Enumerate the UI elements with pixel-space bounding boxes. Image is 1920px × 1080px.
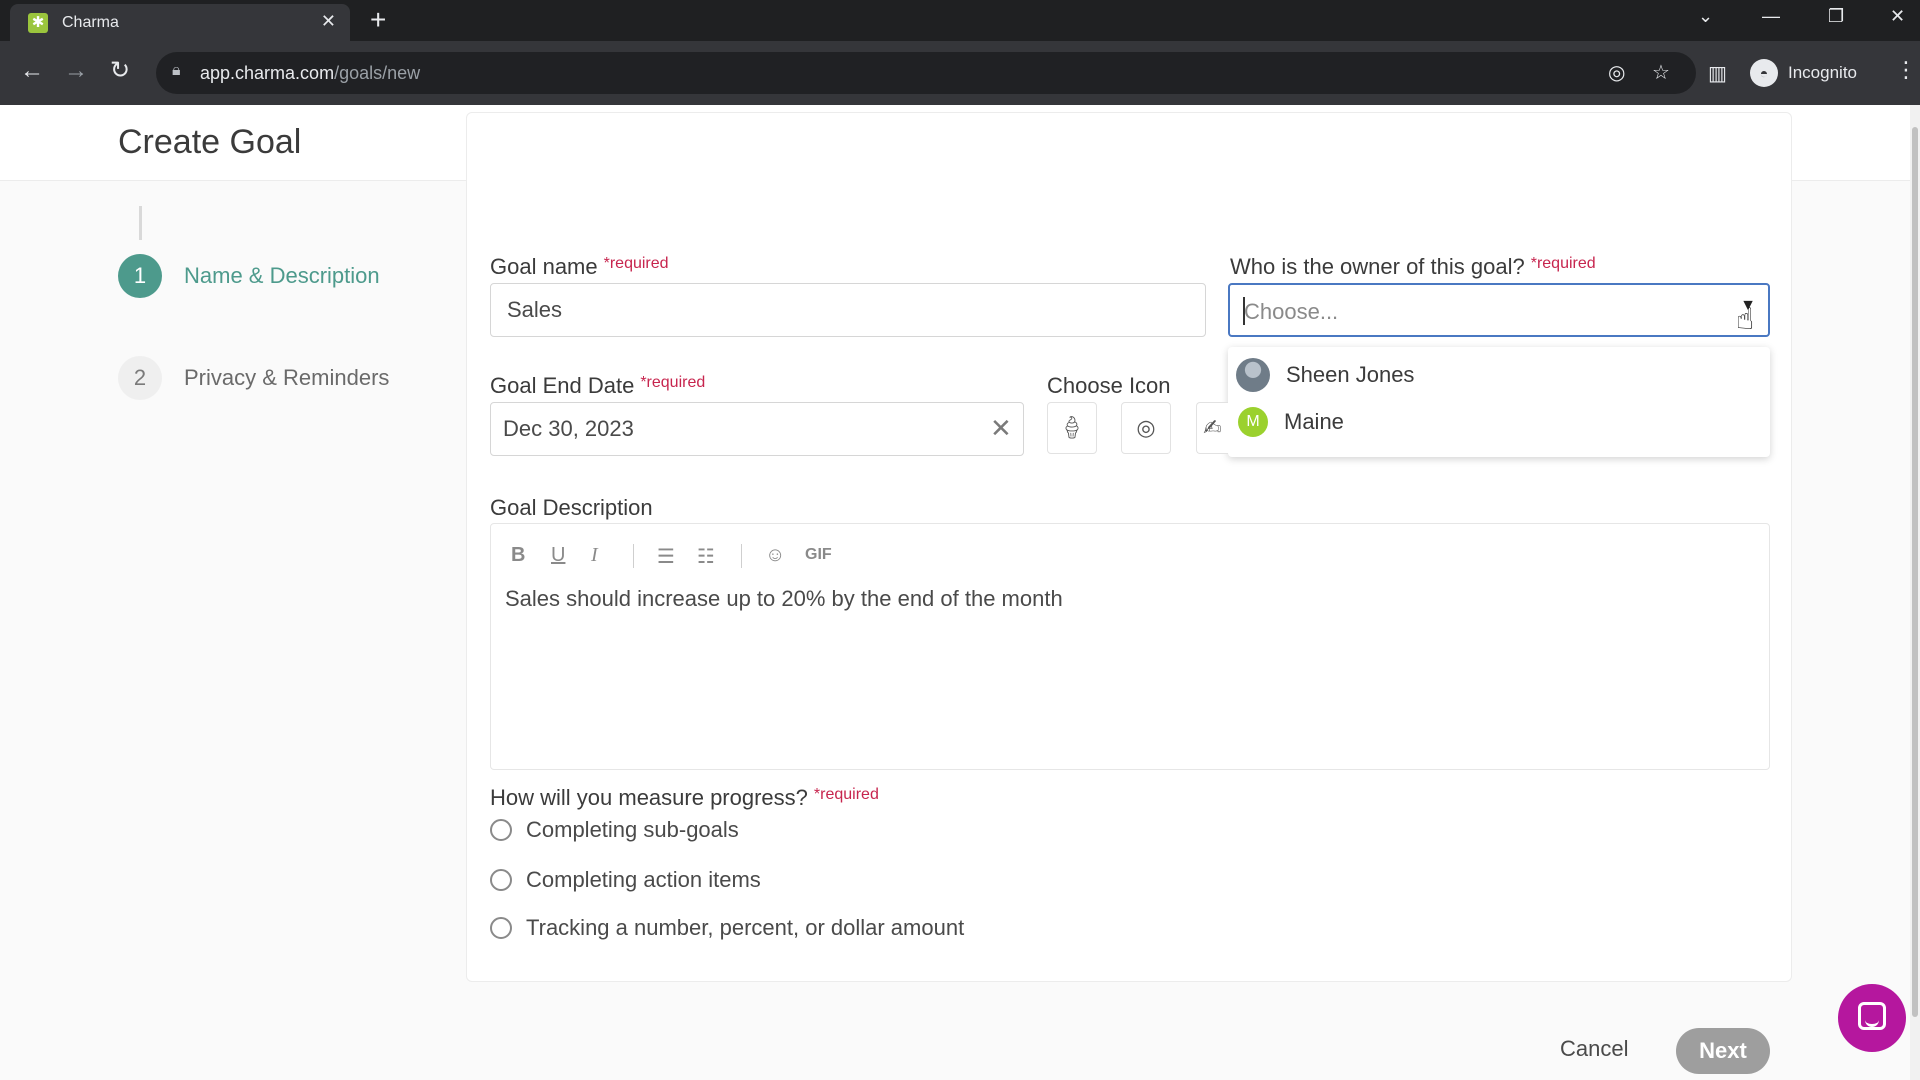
description-text[interactable]: Sales should increase up to 20% by the e… bbox=[505, 586, 1063, 612]
minimize-icon[interactable]: — bbox=[1762, 6, 1780, 27]
chat-icon bbox=[1858, 1002, 1886, 1030]
description-editor[interactable]: B U I ☰ ☷ ☺ GIF Sales should increase up… bbox=[490, 523, 1770, 770]
incognito-icon: ◓ bbox=[1750, 59, 1778, 87]
bookmark-star-icon[interactable]: ☆ bbox=[1652, 60, 1670, 85]
pointer-hand-icon: ☝︎ bbox=[1736, 303, 1755, 336]
required-tag: *required bbox=[603, 255, 669, 272]
radio-button[interactable] bbox=[490, 917, 512, 939]
step-label: Name & Description bbox=[184, 263, 380, 288]
reload-icon[interactable]: ↻ bbox=[110, 57, 130, 85]
step-privacy-reminders[interactable]: 2 Privacy & Reminders bbox=[118, 356, 389, 400]
lock-icon: 🔒︎ bbox=[172, 62, 181, 79]
cancel-button[interactable]: Cancel bbox=[1560, 1036, 1628, 1062]
bold-icon[interactable]: B bbox=[511, 544, 525, 567]
tab-search-icon[interactable]: ⌄ bbox=[1698, 6, 1713, 27]
owner-label: Who is the owner of this goal? *required bbox=[1230, 254, 1596, 279]
option-label: Sheen Jones bbox=[1286, 362, 1415, 387]
end-date-label: Goal End Date *required bbox=[490, 373, 706, 398]
tab-title: Charma bbox=[62, 14, 119, 31]
ice-cream-icon[interactable]: 🍦︎ bbox=[1047, 402, 1097, 454]
new-tab-button[interactable]: + bbox=[370, 4, 386, 36]
gif-icon[interactable]: GIF bbox=[805, 546, 832, 564]
step-label: Privacy & Reminders bbox=[184, 365, 390, 390]
url-text: app.charma.com/goals/new bbox=[200, 63, 421, 83]
target-icon[interactable]: ◎ bbox=[1121, 402, 1171, 454]
step-number: 2 bbox=[118, 356, 162, 400]
measure-progress-label: How will you measure progress? *required bbox=[490, 785, 879, 810]
step-number: 1 bbox=[118, 254, 162, 298]
owner-dropdown-menu: Sheen Jones M Maine bbox=[1228, 347, 1770, 457]
choose-icon-label: Choose Icon bbox=[1047, 373, 1171, 398]
goal-name-label: Goal name *required bbox=[490, 254, 669, 279]
required-tag: *required bbox=[1530, 255, 1596, 272]
numbered-list-icon[interactable]: ☷ bbox=[697, 544, 715, 569]
required-tag: *required bbox=[813, 786, 879, 803]
page-scrollbar[interactable] bbox=[1910, 105, 1920, 1080]
description-label: Goal Description bbox=[490, 495, 653, 520]
radio-button[interactable] bbox=[490, 819, 512, 841]
radio-label: Completing sub-goals bbox=[526, 817, 739, 842]
browser-toolbar: ← → ↻ 🔒︎ app.charma.com/goals/new ◎ ☆ ▥ … bbox=[0, 41, 1920, 105]
eye-slash-icon[interactable]: ◎ bbox=[1608, 60, 1625, 85]
browser-tab-strip: ✱ Charma ✕ + ⌄ — ❐ ✕ bbox=[0, 0, 1920, 41]
back-icon[interactable]: ← bbox=[20, 57, 44, 85]
tab-close-icon[interactable]: ✕ bbox=[321, 11, 336, 32]
browser-tab[interactable]: ✱ Charma ✕ bbox=[10, 4, 350, 41]
address-bar[interactable]: 🔒︎ app.charma.com/goals/new ◎ ☆ bbox=[156, 52, 1696, 94]
side-panel-icon[interactable]: ▥ bbox=[1708, 61, 1727, 86]
scroll-thumb[interactable] bbox=[1912, 127, 1918, 1017]
restore-icon[interactable]: ❐ bbox=[1828, 6, 1844, 27]
emoji-icon[interactable]: ☺ bbox=[765, 544, 785, 567]
chat-widget-button[interactable] bbox=[1838, 984, 1906, 1052]
underline-icon[interactable]: U bbox=[551, 544, 565, 567]
clear-date-icon[interactable]: ✕ bbox=[990, 413, 1012, 444]
browser-menu-icon[interactable]: ⋮ bbox=[1895, 57, 1917, 83]
end-date-input[interactable] bbox=[490, 402, 1024, 456]
owner-option-sheen-jones[interactable]: Sheen Jones bbox=[1236, 358, 1414, 392]
radio-button[interactable] bbox=[490, 869, 512, 891]
charma-favicon-icon: ✱ bbox=[28, 13, 48, 33]
incognito-indicator[interactable]: ◓ Incognito bbox=[1750, 52, 1870, 94]
close-window-icon[interactable]: ✕ bbox=[1890, 6, 1905, 27]
owner-select[interactable]: Choose... ▼ bbox=[1228, 283, 1770, 337]
radio-label: Completing action items bbox=[526, 867, 761, 892]
page-title: Create Goal bbox=[118, 123, 302, 161]
option-label: Maine bbox=[1284, 409, 1344, 434]
step-name-description[interactable]: 1 Name & Description bbox=[118, 254, 380, 298]
bullet-list-icon[interactable]: ☰ bbox=[657, 544, 675, 569]
avatar: M bbox=[1238, 407, 1268, 437]
measure-option-sub-goals[interactable]: Completing sub-goals bbox=[490, 817, 739, 843]
italic-icon[interactable]: I bbox=[591, 544, 598, 567]
goal-name-input[interactable] bbox=[490, 283, 1206, 337]
measure-option-tracking-number[interactable]: Tracking a number, percent, or dollar am… bbox=[490, 915, 964, 941]
next-button[interactable]: Next bbox=[1676, 1028, 1770, 1074]
owner-option-maine[interactable]: M Maine bbox=[1236, 407, 1344, 437]
radio-label: Tracking a number, percent, or dollar am… bbox=[526, 915, 965, 940]
toolbar-divider bbox=[633, 544, 634, 568]
signature-icon[interactable]: ✍︎ bbox=[1196, 402, 1228, 454]
avatar bbox=[1236, 358, 1270, 392]
required-tag: *required bbox=[640, 374, 706, 391]
incognito-label: Incognito bbox=[1788, 63, 1857, 82]
forward-icon[interactable]: → bbox=[64, 57, 88, 85]
owner-placeholder: Choose... bbox=[1244, 299, 1339, 324]
measure-option-action-items[interactable]: Completing action items bbox=[490, 867, 761, 893]
step-connector bbox=[139, 206, 142, 240]
toolbar-divider bbox=[741, 544, 742, 568]
